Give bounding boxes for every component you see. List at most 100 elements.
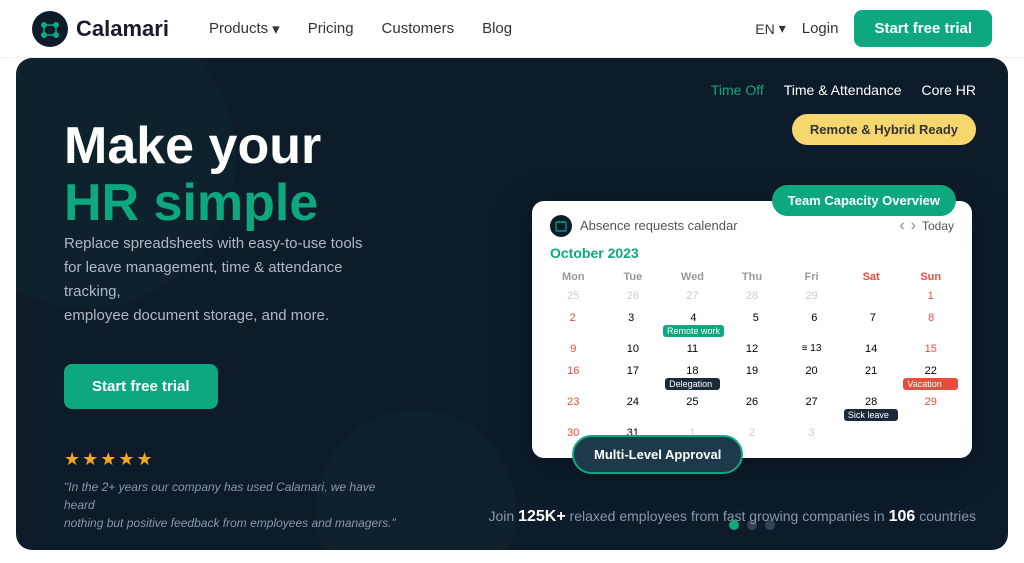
stats-users: 125K+ <box>518 508 566 525</box>
calendar-day: 11 <box>663 340 722 362</box>
login-button[interactable]: Login <box>802 20 839 37</box>
calendar-day: 23 <box>544 393 603 424</box>
calendar-day: 28 <box>723 287 782 309</box>
calendar-month: October 2023 <box>532 237 972 267</box>
calendar-week-1: 25 26 27 28 29 1 <box>544 287 960 309</box>
calendar-day: 25 <box>544 287 603 309</box>
language-selector[interactable]: EN ▾ <box>755 20 785 37</box>
event-vacation: Vacation <box>903 378 958 390</box>
calendar-day: 26 <box>723 393 782 424</box>
calendar-grid: Mon Tue Wed Thu Fri Sat Sun 25 26 27 28 … <box>532 267 972 458</box>
event-delegation: Delegation <box>665 378 720 390</box>
calendar-day: 29 <box>782 287 841 309</box>
day-header-fri: Fri <box>782 267 841 287</box>
nav-products[interactable]: Products ▾ <box>209 20 280 38</box>
calendar-day: 15 <box>901 340 960 362</box>
calendar-day: 9 <box>544 340 603 362</box>
calendar-day: 10 <box>604 340 663 362</box>
calendar-day: 21 <box>842 362 901 393</box>
rating-stars: ★★★★★ <box>64 449 448 470</box>
calendar-today-btn[interactable]: Today <box>922 219 954 233</box>
nav-blog[interactable]: Blog <box>482 20 512 37</box>
product-tabs: Time Off Time & Attendance Core HR <box>711 82 976 98</box>
chevron-down-icon: ▾ <box>272 20 280 38</box>
hero-section: Make your HR simple Replace spreadsheets… <box>16 58 1008 550</box>
calendar-label: Absence requests calendar <box>580 218 738 233</box>
nav-links: Products ▾ Pricing Customers Blog <box>209 20 755 38</box>
calendar-day: 8 <box>903 309 960 340</box>
calendar-day: 2 <box>544 309 601 340</box>
calendar-day: 24 <box>604 393 663 424</box>
tab-time-off[interactable]: Time Off <box>711 82 764 98</box>
chevron-down-icon: ▾ <box>779 20 786 37</box>
calendar-day: 26 <box>604 287 663 309</box>
calendar-day: 27 <box>663 287 722 309</box>
calendar-title-row: Absence requests calendar <box>550 215 738 237</box>
tab-core-hr[interactable]: Core HR <box>922 82 976 98</box>
stats-end: countries <box>919 508 976 524</box>
calendar-day <box>842 287 901 309</box>
tab-time-attendance[interactable]: Time & Attendance <box>784 82 902 98</box>
calendar-day: 19 <box>723 362 782 393</box>
calendar-day: 29 <box>901 393 960 424</box>
calendar-day: 14 <box>842 340 901 362</box>
logo-icon <box>32 11 68 47</box>
nav-trial-button[interactable]: Start free trial <box>854 10 992 47</box>
calendar-day: 1 <box>901 287 960 309</box>
hero-title-line1: Make your HR simple <box>64 118 448 232</box>
calendar-day <box>842 424 901 446</box>
logo-text: Calamari <box>76 16 169 42</box>
calendar-day: 12 <box>723 340 782 362</box>
calendar-day: 4Remote work <box>661 309 726 340</box>
calendar-day: 3 <box>782 424 841 446</box>
event-sick-leave: Sick leave <box>844 409 899 421</box>
hero-right: Time Off Time & Attendance Core HR Remot… <box>496 58 1008 550</box>
calendar-card: Team Capacity Overview Absence requests … <box>532 201 972 458</box>
calendar-icon <box>550 215 572 237</box>
calendar-day: 28Sick leave <box>842 393 901 424</box>
hero-left: Make your HR simple Replace spreadsheets… <box>16 58 496 550</box>
nav-pricing[interactable]: Pricing <box>308 20 354 37</box>
calendar-week-4: 16 17 18Delegation 19 20 21 22Vacation <box>544 362 960 393</box>
calendar-day: 3 <box>602 309 660 340</box>
calendar-day: ≡ 13 <box>782 340 841 362</box>
calendar-day: 6 <box>786 309 844 340</box>
calendar-day: 22Vacation <box>901 362 960 393</box>
calendar-week-3: 9 10 11 12 ≡ 13 14 15 <box>544 340 960 362</box>
day-header-thu: Thu <box>723 267 782 287</box>
calendar-day: 17 <box>604 362 663 393</box>
day-header-tue: Tue <box>604 267 663 287</box>
event-remote-work: Remote work <box>663 325 724 337</box>
calendar-day: 20 <box>782 362 841 393</box>
calendar-week-5: 23 24 25 26 27 28Sick leave 29 <box>544 393 960 424</box>
testimonial-text: "In the 2+ years our company has used Ca… <box>64 478 404 532</box>
calendar-day: 27 <box>782 393 841 424</box>
stats-countries: 106 <box>889 508 916 525</box>
calendar-day: 5 <box>727 309 785 340</box>
stats-mid: relaxed employees from fast growing comp… <box>570 508 885 524</box>
calendar-day: 25 <box>663 393 722 424</box>
nav-customers[interactable]: Customers <box>382 20 455 37</box>
calendar-day: 18Delegation <box>663 362 722 393</box>
hero-trial-button[interactable]: Start free trial <box>64 364 218 409</box>
stats-bar: Join 125K+ relaxed employees from fast g… <box>488 508 976 526</box>
multi-level-badge[interactable]: Multi-Level Approval <box>572 435 743 474</box>
calendar-next-btn[interactable]: › <box>911 217 916 235</box>
day-header-mon: Mon <box>544 267 603 287</box>
calendar-week-2: 2 3 4Remote work 5 6 7 8 <box>544 309 960 340</box>
nav-right: EN ▾ Login Start free trial <box>755 10 992 47</box>
calendar-prev-btn[interactable]: ‹ <box>899 217 904 235</box>
navbar: Calamari Products ▾ Pricing Customers Bl… <box>0 0 1024 58</box>
logo[interactable]: Calamari <box>32 11 169 47</box>
hero-description: Replace spreadsheets with easy-to-use to… <box>64 232 384 328</box>
calendar-nav: ‹ › Today <box>899 217 954 235</box>
hybrid-badge: Remote & Hybrid Ready <box>792 114 976 145</box>
calendar-day: 7 <box>844 309 902 340</box>
day-header-sat: Sat <box>842 267 901 287</box>
day-header-sun: Sun <box>901 267 960 287</box>
team-capacity-badge[interactable]: Team Capacity Overview <box>772 185 956 216</box>
calendar-day <box>901 424 960 446</box>
day-header-wed: Wed <box>663 267 722 287</box>
calendar-day: 16 <box>544 362 603 393</box>
calendar-day-headers: Mon Tue Wed Thu Fri Sat Sun <box>544 267 960 287</box>
